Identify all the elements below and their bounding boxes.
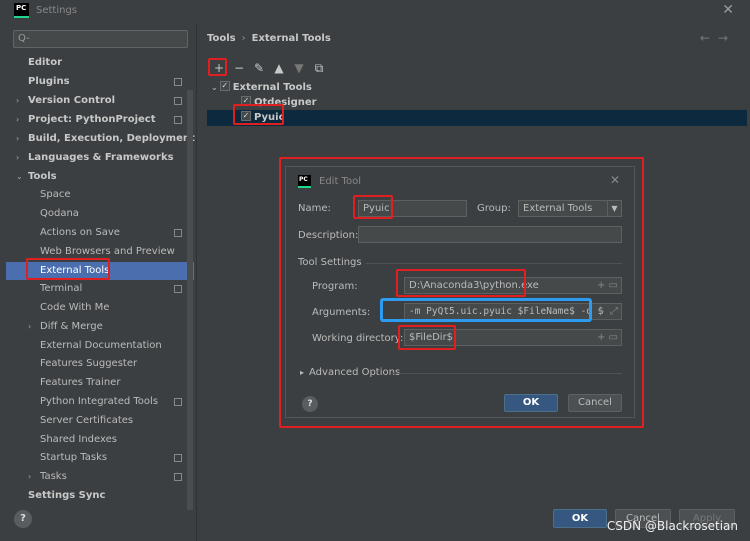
chevron-right-icon[interactable]: › — [28, 318, 31, 336]
workdir-highlight — [398, 325, 456, 350]
tools-toolbar: + − ✎ ▲ ▼ ⧉ — [211, 60, 331, 76]
chevron-right-icon[interactable]: › — [16, 130, 19, 148]
edit-tool-button[interactable]: ✎ — [251, 60, 267, 76]
project-settings-icon — [174, 116, 182, 124]
group-label: External Tools — [232, 82, 312, 93]
sidebar-item-features-suggester[interactable]: Features Suggester — [6, 355, 194, 373]
sidebar-item-settings-sync[interactable]: Settings Sync — [6, 487, 194, 505]
sidebar-item-terminal[interactable]: Terminal — [6, 280, 194, 298]
pycharm-logo-icon: PC — [14, 3, 29, 18]
remove-tool-button[interactable]: − — [231, 60, 247, 76]
sidebar-item-qodana[interactable]: Qodana — [6, 205, 194, 223]
window-title: Settings — [36, 5, 78, 16]
project-settings-icon — [174, 285, 182, 293]
sidebar-item-actions-on-save[interactable]: Actions on Save — [6, 224, 194, 242]
sidebar-item-label: Editor — [28, 57, 62, 68]
name-highlight — [353, 195, 393, 219]
sidebar-item-startup-tasks[interactable]: Startup Tasks — [6, 449, 194, 467]
move-up-button[interactable]: ▲ — [271, 60, 287, 76]
project-settings-icon — [174, 78, 182, 86]
sidebar-item-project-pythonproject[interactable]: › Project: PythonProject — [6, 111, 194, 129]
sidebar-item-label: Project: PythonProject — [28, 114, 156, 125]
sidebar-item-external-documentation[interactable]: External Documentation — [6, 337, 194, 355]
sidebar-item-label: Shared Indexes — [40, 434, 117, 445]
sidebar-item-label: Space — [40, 189, 71, 200]
sidebar-item-label: Features Suggester — [40, 358, 138, 369]
sidebar-item-label: Python Integrated Tools — [40, 396, 159, 407]
sidebar-item-label: Plugins — [28, 76, 70, 87]
external-tools-highlight — [26, 258, 110, 280]
sidebar-item-languages-frameworks[interactable]: › Languages & Frameworks — [6, 149, 194, 167]
project-settings-icon — [174, 398, 182, 406]
breadcrumb-current: External Tools — [251, 33, 331, 44]
move-down-button[interactable]: ▼ — [291, 60, 307, 76]
sidebar-item-label: Version Control — [28, 95, 116, 106]
settings-window: PC Settings ✕ Q- Editor Plugins › Version C… — [0, 0, 750, 541]
sidebar-item-server-certificates[interactable]: Server Certificates — [6, 412, 194, 430]
search-icon: Q- — [18, 33, 30, 44]
settings-search-input[interactable]: Q- — [13, 30, 188, 48]
sidebar-item-features-trainer[interactable]: Features Trainer — [6, 374, 194, 392]
sidebar-item-label: Code With Me — [40, 302, 110, 313]
breadcrumb-parent[interactable]: Tools — [207, 33, 236, 44]
close-window-icon[interactable]: ✕ — [722, 2, 734, 18]
add-button-highlight — [208, 58, 227, 76]
group-checkbox[interactable]: ✓ — [219, 81, 230, 91]
title-bar: PC Settings ✕ — [0, 0, 750, 22]
chevron-right-icon[interactable]: › — [16, 92, 19, 110]
sidebar-item-label: Tools — [28, 171, 57, 182]
tool-row-pyuic[interactable]: ✓ Pyuic — [207, 110, 747, 126]
watermark: CSDN @Blackrosetian — [606, 519, 738, 533]
sidebar-item-label: Actions on Save — [40, 227, 120, 238]
program-highlight — [396, 269, 526, 297]
sidebar-item-python-integrated-tools[interactable]: Python Integrated Tools — [6, 393, 194, 411]
copy-tool-button[interactable]: ⧉ — [311, 60, 327, 76]
sidebar-item-label: Qodana — [40, 208, 79, 219]
sidebar-item-label: Diff & Merge — [40, 321, 103, 332]
project-settings-icon — [174, 454, 182, 462]
breadcrumb-separator: › — [241, 33, 246, 44]
chevron-right-icon[interactable]: › — [16, 111, 19, 129]
sidebar-item-label: Build, Execution, Deployment — [28, 133, 195, 144]
tools-group-row[interactable]: ⌄ ✓ External Tools — [211, 80, 750, 96]
sidebar-item-label: External Documentation — [40, 340, 162, 351]
sidebar-item-label: Features Trainer — [40, 377, 121, 388]
sidebar-item-editor[interactable]: Editor — [6, 54, 194, 72]
project-settings-icon — [174, 97, 182, 105]
tool-row-qtdesigner[interactable]: ✓ Qtdesigner — [241, 95, 747, 111]
sidebar-item-label: Languages & Frameworks — [28, 152, 174, 163]
breadcrumb: Tools › External Tools — [207, 33, 331, 44]
chevron-right-icon[interactable]: › — [16, 149, 19, 167]
sidebar-item-version-control[interactable]: › Version Control — [6, 92, 194, 110]
arguments-highlight — [380, 298, 592, 322]
expand-arrow-icon[interactable]: ⌄ — [211, 83, 218, 92]
chevron-down-icon[interactable]: ⌄ — [16, 168, 23, 186]
sidebar-scrollbar[interactable] — [187, 90, 193, 510]
sidebar-item-build-execution-deployment[interactable]: › Build, Execution, Deployment — [6, 130, 195, 148]
help-icon[interactable]: ? — [14, 510, 32, 528]
sidebar-item-tasks[interactable]: › Tasks — [6, 468, 194, 486]
sidebar-item-label: Tasks — [40, 471, 67, 482]
sidebar-item-shared-indexes[interactable]: Shared Indexes — [6, 431, 194, 449]
chevron-right-icon[interactable]: › — [28, 468, 31, 486]
sidebar-item-code-with-me[interactable]: Code With Me — [6, 299, 194, 317]
ok-button[interactable]: OK — [553, 509, 607, 528]
pyuic-highlight — [233, 104, 284, 125]
back-forward-icons[interactable]: ←→ — [700, 31, 736, 45]
sidebar-item-label: Server Certificates — [40, 415, 134, 426]
sidebar-item-label: Settings Sync — [28, 490, 106, 501]
sidebar-item-diff-merge[interactable]: › Diff & Merge — [6, 318, 194, 336]
sidebar-item-label: Startup Tasks — [40, 452, 108, 463]
sidebar-item-label: Terminal — [40, 283, 83, 294]
sidebar-item-tools[interactable]: ⌄ Tools — [6, 168, 194, 186]
sidebar-item-space[interactable]: Space — [6, 186, 194, 204]
sidebar-item-plugins[interactable]: Plugins — [6, 73, 194, 91]
project-settings-icon — [174, 473, 182, 481]
project-settings-icon — [174, 229, 182, 237]
